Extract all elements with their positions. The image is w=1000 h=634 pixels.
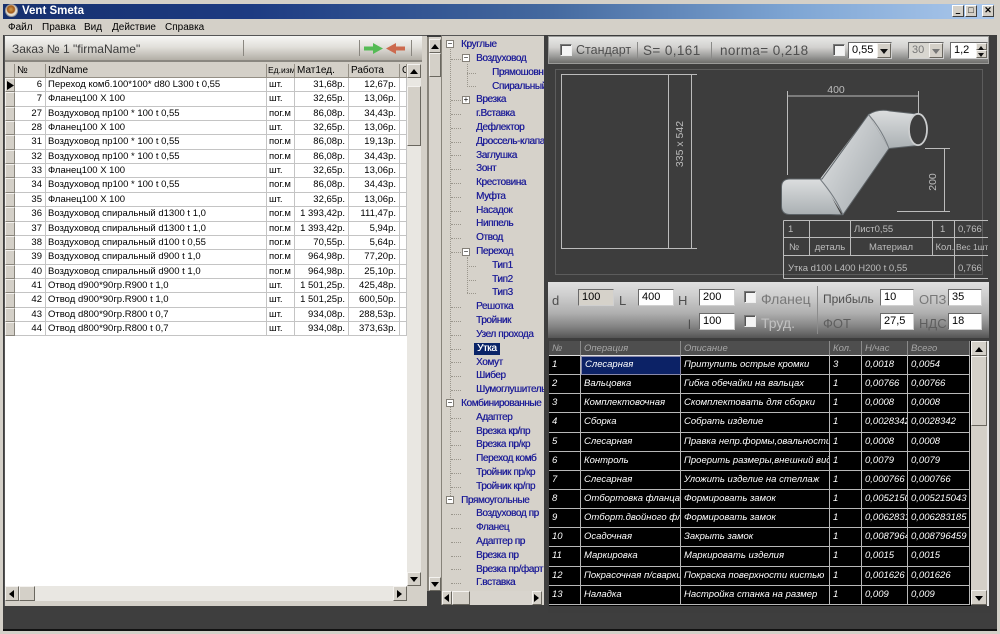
svg-text:200: 200 <box>927 173 939 191</box>
svg-text:400: 400 <box>827 84 845 96</box>
svg-text:Утка d100 L400 H200 t 0,55: Утка d100 L400 H200 t 0,55 <box>788 263 907 274</box>
svg-text:0,766: 0,766 <box>958 263 982 274</box>
svg-text:Лист0,55: Лист0,55 <box>854 224 893 235</box>
svg-text:№: № <box>789 242 799 253</box>
svg-text:Материал: Материал <box>869 242 913 253</box>
svg-text:деталь: деталь <box>815 242 846 253</box>
svg-text:0,766: 0,766 <box>958 224 982 235</box>
svg-text:335 x 542: 335 x 542 <box>674 121 686 167</box>
svg-text:Кол.: Кол. <box>936 242 955 253</box>
svg-text:Вес 1шт: Вес 1шт <box>956 242 988 252</box>
svg-text:1: 1 <box>788 224 793 235</box>
svg-text:1: 1 <box>940 224 945 235</box>
